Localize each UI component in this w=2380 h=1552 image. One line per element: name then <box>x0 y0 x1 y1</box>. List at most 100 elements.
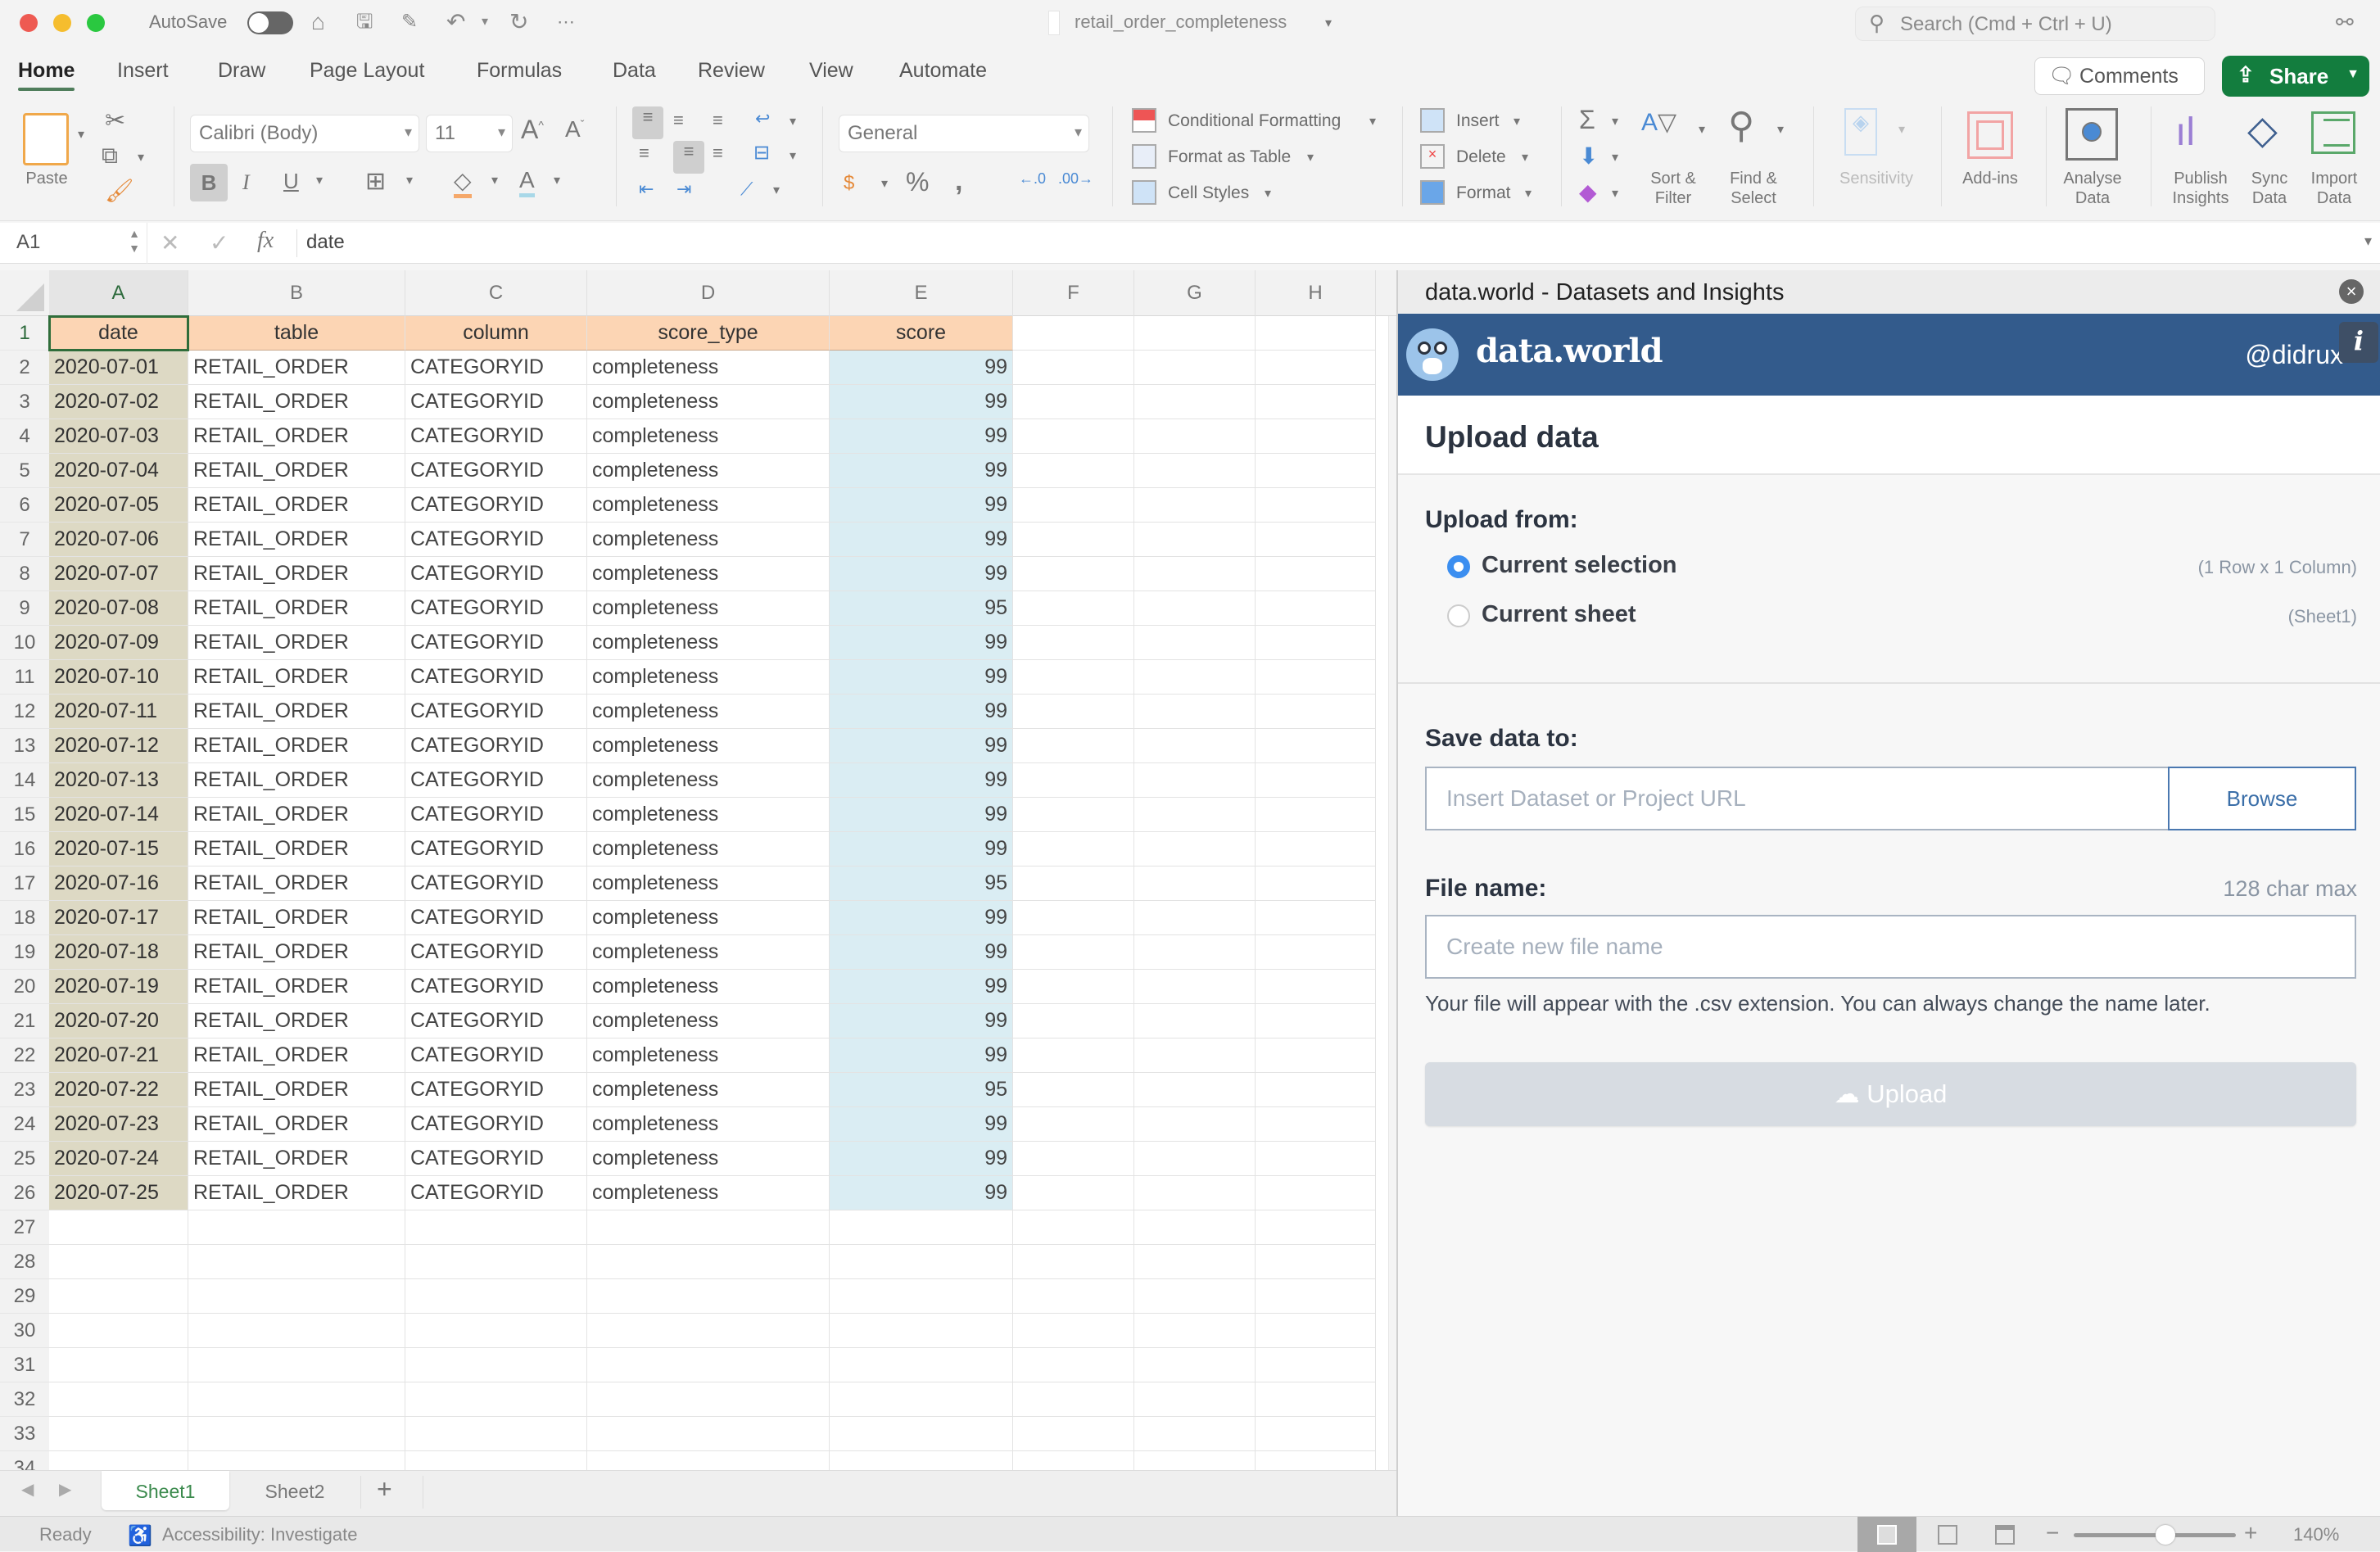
table-cell[interactable]: 2020-07-10 <box>49 660 188 695</box>
table-cell[interactable]: 99 <box>830 488 1013 523</box>
table-cell[interactable] <box>1134 419 1256 454</box>
table-cell[interactable]: 99 <box>830 557 1013 591</box>
accounting-format-icon[interactable]: $ <box>844 172 854 195</box>
table-cell[interactable]: completeness <box>587 1073 830 1107</box>
chevron-down-icon[interactable]: ▾ <box>1898 121 1905 138</box>
table-cell[interactable]: RETAIL_ORDER <box>188 729 405 763</box>
table-cell[interactable]: 2020-07-11 <box>49 695 188 729</box>
table-cell[interactable]: completeness <box>587 798 830 832</box>
table-cell[interactable] <box>1134 866 1256 901</box>
table-cell[interactable] <box>587 1451 830 1470</box>
table-cell[interactable]: RETAIL_ORDER <box>188 351 405 385</box>
scroll-left-icon[interactable]: ◀ <box>21 1479 34 1500</box>
table-cell[interactable] <box>830 1245 1013 1279</box>
table-cell[interactable]: 2020-07-22 <box>49 1073 188 1107</box>
chevron-down-icon[interactable]: ▾ <box>406 172 413 188</box>
table-cell[interactable]: RETAIL_ORDER <box>188 1176 405 1210</box>
table-cell[interactable]: completeness <box>587 660 830 695</box>
table-cell[interactable] <box>1013 1004 1134 1038</box>
table-cell[interactable] <box>587 1314 830 1348</box>
table-cell[interactable] <box>1134 1245 1256 1279</box>
page-break-view-icon[interactable] <box>1995 1525 2015 1545</box>
table-cell[interactable] <box>1134 970 1256 1004</box>
table-cell[interactable]: 2020-07-08 <box>49 591 188 626</box>
row-header[interactable]: 5 <box>0 454 49 488</box>
table-cell[interactable] <box>1134 935 1256 970</box>
table-cell[interactable]: completeness <box>587 419 830 454</box>
row-header[interactable]: 19 <box>0 935 49 970</box>
find-select-label[interactable]: Find & Select <box>1717 169 1790 208</box>
table-cell[interactable] <box>1013 1314 1134 1348</box>
table-cell[interactable]: completeness <box>587 1004 830 1038</box>
sort-filter-label[interactable]: Sort & Filter <box>1636 169 1710 208</box>
table-cell[interactable] <box>830 1210 1013 1245</box>
table-cell[interactable] <box>188 1210 405 1245</box>
file-title[interactable]: retail_order_completeness <box>1075 11 1287 33</box>
table-cell[interactable]: 2020-07-23 <box>49 1107 188 1142</box>
table-cell[interactable]: CATEGORYID <box>405 1038 587 1073</box>
table-cell[interactable]: 99 <box>830 1142 1013 1176</box>
share-button[interactable]: ⇪ Share ▼ <box>2222 56 2369 97</box>
table-cell[interactable]: CATEGORYID <box>405 729 587 763</box>
publish-insights-icon[interactable]: ıl <box>2175 108 2195 157</box>
table-cell[interactable]: completeness <box>587 626 830 660</box>
tab-formulas[interactable]: Formulas <box>477 59 562 83</box>
table-cell[interactable] <box>1013 591 1134 626</box>
table-cell[interactable] <box>1256 385 1376 419</box>
table-cell[interactable] <box>49 1348 188 1382</box>
paste-icon[interactable] <box>23 113 69 165</box>
italic-button[interactable]: I <box>242 170 250 195</box>
table-cell[interactable]: 2020-07-03 <box>49 419 188 454</box>
table-cell[interactable] <box>49 1417 188 1451</box>
table-cell[interactable]: completeness <box>587 763 830 798</box>
table-cell[interactable] <box>405 1348 587 1382</box>
sensitivity-label[interactable]: Sensitivity <box>1823 169 1930 188</box>
increase-decimal-icon[interactable]: ←.0 <box>1019 170 1046 188</box>
tab-view[interactable]: View <box>809 59 853 83</box>
underline-button[interactable]: U <box>283 169 299 194</box>
table-cell[interactable] <box>830 1451 1013 1470</box>
table-cell[interactable] <box>1013 316 1134 351</box>
more-icon[interactable]: ⋯ <box>557 8 575 36</box>
table-cell[interactable] <box>1134 626 1256 660</box>
font-size-dropdown[interactable]: 11 ▾ <box>426 115 513 152</box>
table-cell[interactable]: 2020-07-01 <box>49 351 188 385</box>
table-cell[interactable]: RETAIL_ORDER <box>188 1107 405 1142</box>
table-cell[interactable] <box>405 1279 587 1314</box>
find-select-icon[interactable]: ⚲ <box>1728 105 1754 147</box>
analyse-data-icon[interactable] <box>2066 108 2118 161</box>
row-header[interactable]: 27 <box>0 1210 49 1245</box>
chevron-down-icon[interactable]: ▾ <box>1525 185 1532 201</box>
table-cell[interactable]: RETAIL_ORDER <box>188 591 405 626</box>
column-header-d[interactable]: D <box>587 270 830 316</box>
row-header[interactable]: 20 <box>0 970 49 1004</box>
cell-styles-button[interactable]: Cell Styles <box>1168 183 1249 203</box>
table-cell[interactable]: CATEGORYID <box>405 419 587 454</box>
row-header[interactable]: 34 <box>0 1451 49 1470</box>
table-cell[interactable]: 99 <box>830 695 1013 729</box>
comments-button[interactable]: 🗨 Comments <box>2034 57 2205 95</box>
table-cell[interactable] <box>1134 832 1256 866</box>
row-header[interactable]: 21 <box>0 1004 49 1038</box>
chevron-down-icon[interactable]: ▾ <box>491 172 498 188</box>
column-header-h[interactable]: H <box>1256 270 1376 316</box>
table-cell[interactable] <box>1256 351 1376 385</box>
accessibility-status[interactable]: Accessibility: Investigate <box>162 1524 357 1545</box>
chevron-down-icon[interactable]: ▾ <box>881 175 888 192</box>
table-cell[interactable]: RETAIL_ORDER <box>188 970 405 1004</box>
table-cell[interactable]: RETAIL_ORDER <box>188 1073 405 1107</box>
row-header[interactable]: 4 <box>0 419 49 454</box>
orientation-icon[interactable]: ⟋ <box>740 179 753 200</box>
table-cell[interactable] <box>1256 970 1376 1004</box>
table-cell[interactable]: completeness <box>587 557 830 591</box>
table-cell[interactable] <box>1013 557 1134 591</box>
table-cell[interactable] <box>49 1279 188 1314</box>
table-cell[interactable]: 99 <box>830 523 1013 557</box>
table-cell[interactable] <box>1013 866 1134 901</box>
header-cell[interactable]: date <box>49 316 188 351</box>
tab-home[interactable]: Home <box>18 59 75 91</box>
save-as-icon[interactable]: ✎ <box>401 8 418 36</box>
table-cell[interactable] <box>405 1417 587 1451</box>
table-cell[interactable]: 2020-07-15 <box>49 832 188 866</box>
increase-font-icon[interactable]: A^ <box>521 115 544 145</box>
